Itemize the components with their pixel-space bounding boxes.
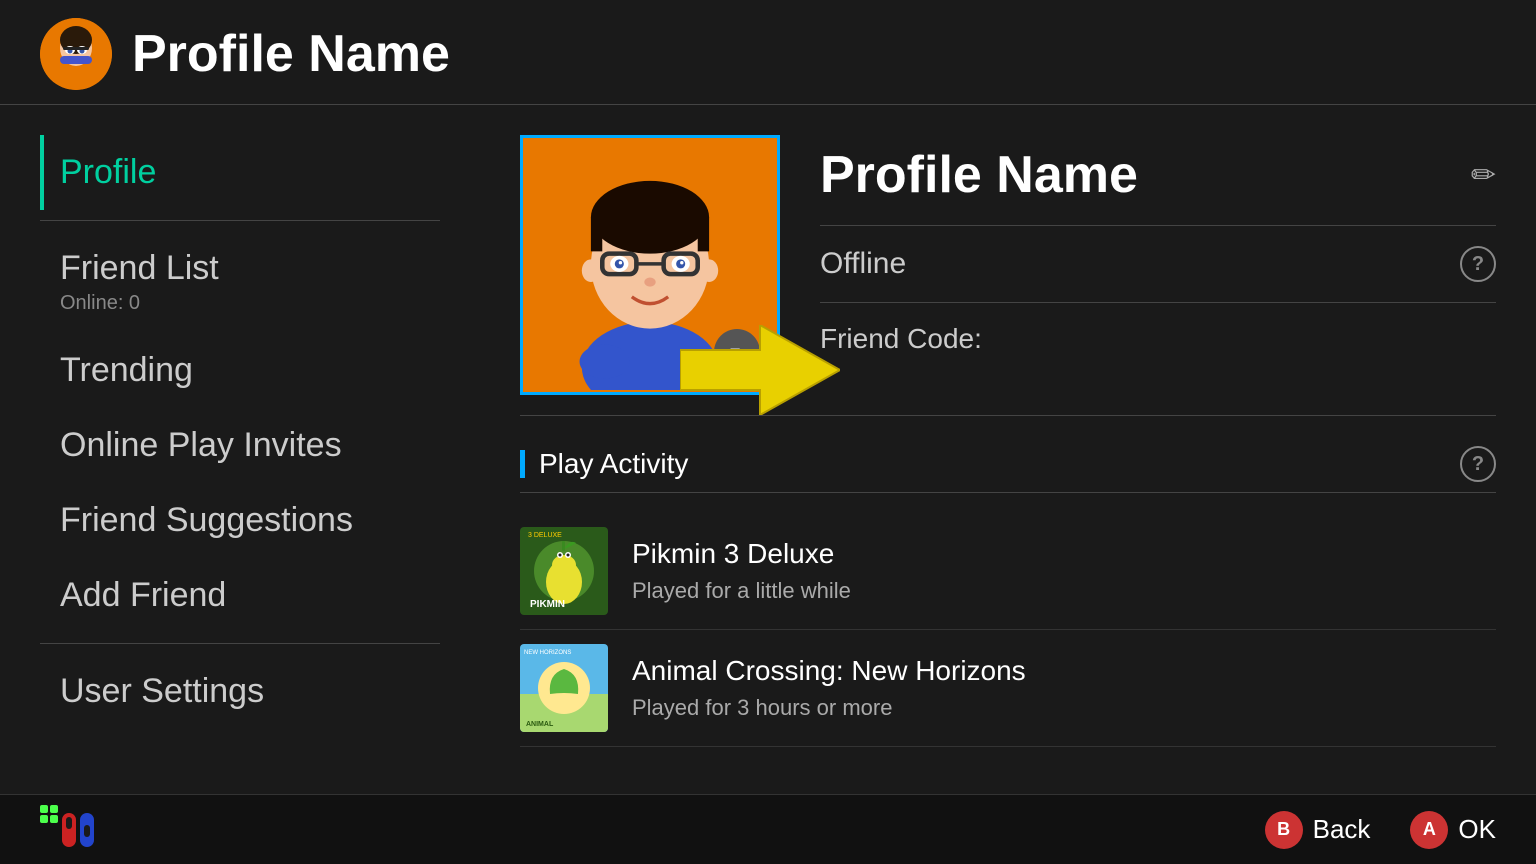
play-activity-title: Play Activity — [520, 448, 688, 480]
back-label: Back — [1313, 814, 1371, 845]
sidebar-item-add-friend[interactable]: Add Friend — [40, 558, 440, 633]
bottom-buttons: B Back A OK — [1265, 811, 1496, 849]
friend-code-label: Friend Code: — [820, 323, 982, 354]
profile-avatar-wrapper: ✏ — [520, 135, 780, 395]
friend-code-row: Friend Code: — [820, 323, 1496, 355]
sidebar: Profile Friend List Online: 0 Trending O… — [0, 105, 480, 789]
game-played-pikmin: Played for a little while — [632, 578, 851, 604]
svg-text:3 DELUXE: 3 DELUXE — [528, 532, 562, 539]
status-help-button[interactable]: ? — [1460, 246, 1496, 282]
a-button-circle: A — [1410, 811, 1448, 849]
main-layout: Profile Friend List Online: 0 Trending O… — [0, 105, 1536, 789]
ok-button[interactable]: A OK — [1410, 811, 1496, 849]
sidebar-item-friend-list[interactable]: Friend List Online: 0 — [40, 231, 440, 333]
profile-info: Profile Name ✏ Offline ? Friend Code: — [820, 135, 1496, 355]
profile-edit-button[interactable]: ✏ — [1471, 158, 1496, 193]
switch-icon — [40, 805, 100, 855]
game-item-pikmin[interactable]: PIKMIN 3 DELUXE Pikmin 3 Deluxe Played f… — [520, 513, 1496, 630]
profile-status-row: Offline ? — [820, 246, 1496, 303]
play-activity-header: Play Activity ? — [520, 446, 1496, 493]
bottom-bar: B Back A OK — [0, 794, 1536, 864]
header-avatar[interactable] — [40, 18, 112, 90]
svg-text:PIKMIN: PIKMIN — [530, 599, 565, 610]
profile-status: Offline — [820, 247, 906, 281]
play-activity-section: Play Activity ? — [520, 446, 1496, 747]
arrow-annotation — [680, 325, 840, 415]
game-cover-animal-crossing: ANIMAL NEW HORIZONS — [520, 644, 608, 732]
game-info-animal-crossing: Animal Crossing: New Horizons Played for… — [632, 655, 1026, 721]
sidebar-item-online-play-invites[interactable]: Online Play Invites — [40, 408, 440, 483]
content-area: ✏ Profile Name ✏ Offline ? Friend — [480, 105, 1536, 789]
profile-name: Profile Name — [820, 145, 1138, 205]
profile-name-row: Profile Name ✏ — [820, 145, 1496, 226]
ok-label: OK — [1458, 814, 1496, 845]
game-info-pikmin: Pikmin 3 Deluxe Played for a little whil… — [632, 538, 851, 604]
b-button-circle: B — [1265, 811, 1303, 849]
header-title: Profile Name — [132, 24, 450, 84]
sidebar-divider-1 — [40, 220, 440, 221]
svg-text:NEW HORIZONS: NEW HORIZONS — [524, 650, 571, 656]
sidebar-divider-2 — [40, 643, 440, 644]
game-played-animal-crossing: Played for 3 hours or more — [632, 695, 1026, 721]
sidebar-item-profile[interactable]: Profile — [40, 135, 440, 210]
play-activity-help-button[interactable]: ? — [1460, 446, 1496, 482]
sidebar-item-friend-suggestions[interactable]: Friend Suggestions — [40, 483, 440, 558]
game-name-pikmin: Pikmin 3 Deluxe — [632, 538, 851, 570]
game-name-animal-crossing: Animal Crossing: New Horizons — [632, 655, 1026, 687]
header: Profile Name — [0, 0, 1536, 105]
switch-logo — [40, 805, 100, 855]
sidebar-item-trending[interactable]: Trending — [40, 333, 440, 408]
sidebar-item-user-settings[interactable]: User Settings — [40, 654, 440, 729]
back-button[interactable]: B Back — [1265, 811, 1371, 849]
svg-text:ANIMAL: ANIMAL — [526, 721, 554, 728]
profile-card: ✏ Profile Name ✏ Offline ? Friend — [520, 135, 1496, 416]
game-cover-pikmin: PIKMIN 3 DELUXE — [520, 527, 608, 615]
game-item-animal-crossing[interactable]: ANIMAL NEW HORIZONS Animal Crossing: New… — [520, 630, 1496, 747]
play-activity-bar-accent — [520, 450, 525, 478]
